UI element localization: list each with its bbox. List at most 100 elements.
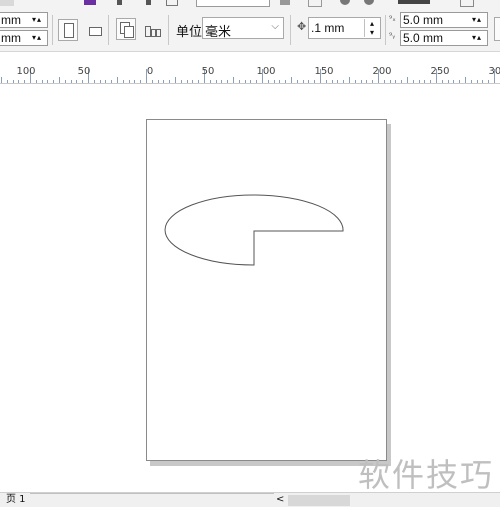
ruler-tick (227, 80, 228, 83)
current-page-icon[interactable] (145, 26, 161, 37)
spin-arrows-icon[interactable]: ▾▴ (467, 13, 487, 27)
ruler-tick (401, 80, 402, 83)
spin-arrows-icon[interactable]: ▴ ▾ (364, 19, 379, 37)
tool-icon[interactable] (460, 0, 474, 7)
horizontal-scrollbar-thumb[interactable] (288, 495, 350, 506)
ruler-tick (349, 77, 350, 83)
ellipse-cutout-path[interactable] (164, 194, 344, 266)
ruler-tick (24, 80, 25, 83)
duplicate-y-field[interactable]: 5.0 mm ▾▴ (400, 30, 488, 46)
height-value: mm (1, 31, 21, 45)
portrait-button[interactable] (58, 19, 78, 41)
tool-icon[interactable] (117, 0, 122, 5)
page-icon-front (124, 26, 134, 38)
ruler-tick (250, 80, 251, 83)
ruler-tick (117, 77, 118, 83)
tool-icon[interactable] (166, 0, 178, 6)
nudge-field[interactable]: .1 mm ▴ ▾ (308, 17, 381, 39)
ruler-tick (158, 80, 159, 83)
ruler-tick (355, 80, 356, 83)
status-bar: 页 1 < (0, 492, 500, 507)
ruler-tick (366, 80, 367, 83)
duplicate-x-field[interactable]: 5.0 mm ▾▴ (400, 12, 488, 28)
ruler-tick (192, 80, 193, 83)
ruler-tick (442, 80, 443, 83)
toolbar-fragment (0, 0, 14, 6)
scroll-left-button[interactable]: < (276, 493, 284, 506)
ruler-tick (187, 80, 188, 83)
ruler-tick (210, 80, 211, 83)
ruler-tick (430, 80, 431, 83)
ruler-tick (471, 80, 472, 83)
ruler-tick (384, 80, 385, 83)
landscape-icon[interactable] (89, 27, 102, 36)
ruler-tick (175, 77, 176, 83)
ruler-tick (256, 80, 257, 83)
page-tab[interactable]: 页 1 (6, 493, 26, 506)
ruler-tick (477, 80, 478, 83)
ruler-tick (343, 80, 344, 83)
tool-icon[interactable] (280, 0, 290, 5)
ruler-tick (395, 80, 396, 83)
duplicate-x-icon: ⁹ₓ (389, 14, 396, 23)
units-select[interactable]: 毫米 ⌵ (202, 17, 284, 40)
toolbar-text-fragment (398, 0, 430, 4)
ruler-tick (308, 80, 309, 83)
ruler-tick (453, 80, 454, 83)
ruler-tick (71, 80, 72, 83)
toolbar-button-partial[interactable] (494, 17, 500, 41)
chevron-down-icon[interactable]: ⌵ (271, 21, 279, 32)
ruler-tick (465, 77, 466, 83)
ruler-tick (152, 80, 153, 83)
separator (385, 15, 386, 45)
ruler-tick (198, 80, 199, 83)
tool-icon[interactable] (364, 0, 374, 5)
ruler-tick (42, 80, 43, 83)
spin-arrows-icon[interactable]: ▾▴ (27, 31, 47, 45)
ruler-tick (245, 80, 246, 83)
ruler-tick (459, 80, 460, 83)
ruler-tick (488, 80, 489, 83)
all-pages-button[interactable] (116, 18, 136, 40)
ruler-tick (279, 80, 280, 83)
ruler-tick (448, 80, 449, 83)
ruler-tick (18, 80, 19, 83)
height-field[interactable]: mm ▾▴ (0, 30, 48, 46)
ruler-tick (221, 80, 222, 83)
ruler-tick (372, 80, 373, 83)
separator (52, 15, 53, 45)
ruler-tick (7, 80, 8, 83)
ruler-tick (268, 80, 269, 83)
nudge-value: .1 mm (311, 21, 345, 35)
ruler-tick (390, 80, 391, 83)
ruler-tick (407, 77, 408, 83)
ruler-tick (419, 80, 420, 83)
pie-shape[interactable] (147, 120, 388, 462)
spin-arrows-icon[interactable]: ▾▴ (27, 13, 47, 27)
color-icon[interactable] (84, 0, 96, 5)
width-field[interactable]: mm ▾▴ (0, 12, 48, 28)
spin-arrows-icon[interactable]: ▾▴ (467, 31, 487, 45)
nudge-icon: ✥ (297, 20, 307, 33)
tool-icon[interactable] (340, 0, 350, 5)
ruler-tick (105, 80, 106, 83)
toolbar-field[interactable] (196, 0, 270, 7)
ruler-tick (216, 80, 217, 83)
ruler-tick (332, 80, 333, 83)
tool-icon[interactable] (308, 0, 322, 7)
ruler-tick (53, 80, 54, 83)
horizontal-ruler[interactable]: 100 50 0 50 100 150 200 250 300 (0, 60, 500, 84)
document-page[interactable] (146, 119, 387, 461)
tool-icon[interactable] (146, 0, 151, 5)
ruler-tick (285, 80, 286, 83)
ruler-tick (129, 80, 130, 83)
watermark: 软件技巧 (357, 456, 494, 494)
ruler-label: 250 (430, 66, 450, 77)
ruler-tick (36, 80, 37, 83)
ruler-label: 50 (77, 66, 91, 77)
ruler-tick (163, 80, 164, 83)
ruler-tick (134, 80, 135, 83)
ruler-label: 50 (201, 66, 215, 77)
duplicate-y-icon: ⁹ᵧ (389, 31, 396, 40)
ruler-tick (76, 80, 77, 83)
